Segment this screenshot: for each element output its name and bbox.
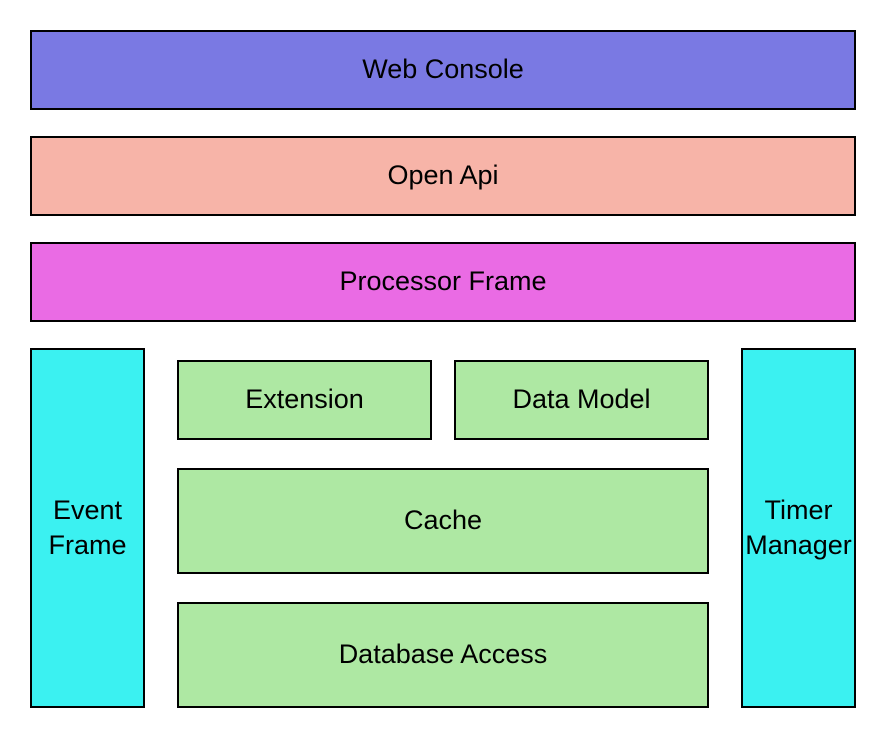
layer-timer-manager: Timer Manager — [741, 348, 856, 708]
layer-label: Open Api — [387, 158, 498, 193]
layer-label: Extension — [245, 382, 364, 417]
architecture-diagram: Web Console Open Api Processor Frame Eve… — [30, 30, 856, 708]
layer-cache: Cache — [177, 468, 709, 574]
layer-open-api: Open Api — [30, 136, 856, 216]
layer-label: Cache — [404, 503, 482, 538]
row-extension-datamodel: Extension Data Model — [177, 360, 709, 440]
layer-label: Database Access — [339, 637, 548, 672]
layer-label: Processor Frame — [339, 264, 546, 299]
layer-database-access: Database Access — [177, 602, 709, 708]
layer-label: Timer Manager — [743, 493, 854, 563]
layer-label: Event Frame — [32, 493, 143, 563]
bottom-section: Event Frame Extension Data Model Cache D… — [30, 348, 856, 708]
layer-extension: Extension — [177, 360, 432, 440]
middle-stack: Extension Data Model Cache Database Acce… — [177, 348, 709, 708]
layer-event-frame: Event Frame — [30, 348, 145, 708]
layer-label: Data Model — [512, 382, 650, 417]
layer-processor-frame: Processor Frame — [30, 242, 856, 322]
layer-label: Web Console — [362, 52, 524, 87]
layer-web-console: Web Console — [30, 30, 856, 110]
layer-data-model: Data Model — [454, 360, 709, 440]
